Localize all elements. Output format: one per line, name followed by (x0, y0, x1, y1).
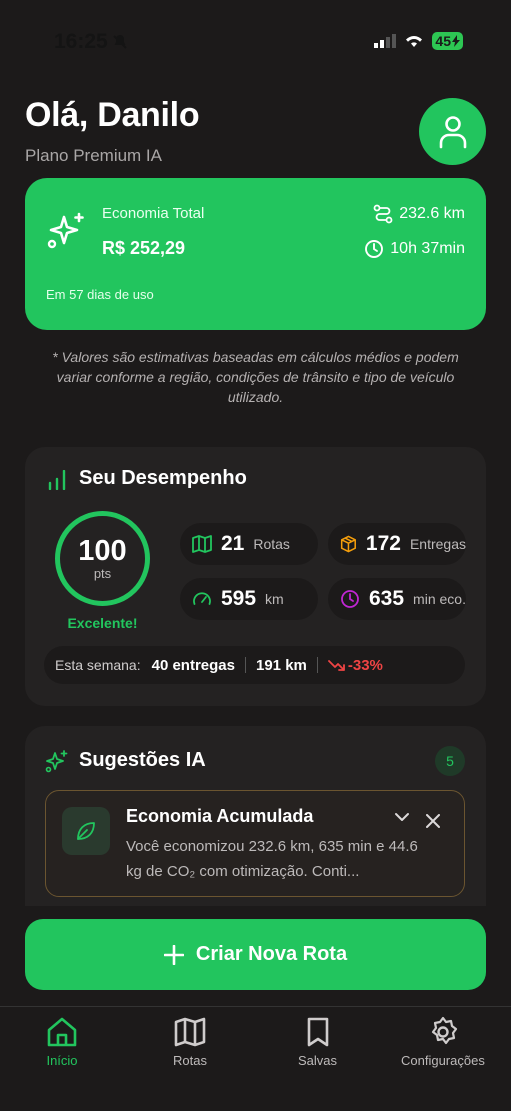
tab-home-label: Início (46, 1053, 78, 1068)
clock-icon (341, 590, 359, 608)
economy-title: Economia Total (102, 205, 205, 222)
suggestion-item[interactable]: Economia Acumulada Você economizou 232.6… (45, 790, 465, 897)
status-time-group: 16:25 (54, 30, 128, 54)
tab-routes[interactable]: Rotas (173, 1015, 207, 1068)
suggestion-text: Você economizou 232.6 km, 635 min e 44.6… (126, 838, 418, 880)
suggestion-title: Economia Acumulada (126, 806, 314, 826)
map-icon (174, 1017, 206, 1047)
sparkles-icon (47, 212, 84, 249)
trending-down-icon (327, 660, 345, 671)
stat-routes-label: Rotas (253, 536, 290, 552)
map-icon (192, 535, 212, 553)
score-label: Excelente! (67, 615, 138, 631)
week-label: Esta semana: (55, 657, 141, 673)
route-icon (373, 204, 393, 224)
stat-km-value: 595 (221, 587, 257, 610)
divider (245, 657, 246, 673)
stat-km: 595 km (180, 578, 318, 620)
stat-minutes-label: min eco. (413, 591, 466, 607)
home-icon (47, 1017, 77, 1047)
performance-card: Seu Desempenho 100 pts Excelente! 21 Rot… (25, 447, 486, 706)
stat-routes-value: 21 (221, 532, 245, 555)
plus-icon (163, 944, 184, 965)
tab-routes-label: Rotas (173, 1053, 207, 1068)
signal-icon (374, 34, 397, 48)
score-unit: pts (93, 566, 112, 581)
bar-chart-icon (48, 470, 66, 490)
suggestion-icon-box (62, 807, 110, 855)
economy-card[interactable]: Economia Total R$ 252,29 232.6 km 10h 37… (25, 178, 486, 330)
economy-value: R$ 252,29 (102, 238, 186, 258)
economy-time: 10h 37min (364, 239, 465, 259)
score-ring: 100 pts (55, 511, 150, 606)
week-summary: Esta semana: 40 entregas 191 km -33% (44, 646, 465, 684)
stat-routes: 21 Rotas (180, 523, 318, 565)
clock-icon (365, 240, 384, 258)
battery-level: 45 (435, 33, 451, 49)
stat-deliveries-label: Entregas (409, 536, 466, 552)
tab-settings[interactable]: Configurações (401, 1015, 485, 1068)
suggestions-card: Sugestões IA 5 Economia Acumulada Você e… (25, 726, 486, 906)
bell-slash-icon (113, 35, 127, 49)
gear-icon (431, 1016, 458, 1045)
stat-deliveries-value: 172 (365, 532, 401, 555)
plan-label: Plano Premium IA (25, 146, 162, 165)
wifi-icon (406, 36, 423, 47)
economy-time-value: 10h 37min (390, 240, 465, 257)
economy-distance-value: 232.6 km (399, 205, 465, 222)
user-icon (439, 115, 466, 148)
close-icon[interactable] (426, 814, 440, 828)
tab-saved-label: Salvas (298, 1053, 338, 1068)
economy-distance: 232.6 km (373, 204, 465, 224)
tab-settings-label: Configurações (401, 1053, 485, 1068)
week-change: -33% (347, 656, 383, 674)
economy-days: Em 57 dias de uso (46, 287, 154, 302)
create-route-button[interactable]: Criar Nova Rota (25, 919, 486, 990)
suggestions-title: Sugestões IA (79, 749, 206, 771)
greeting: Olá, Danilo (25, 96, 200, 134)
bookmark-icon (307, 1017, 328, 1047)
profile-button[interactable] (419, 98, 486, 165)
leaf-icon (77, 822, 95, 840)
week-distance: 191 km (256, 656, 307, 674)
divider (316, 657, 318, 673)
score-value: 100 (78, 535, 127, 567)
disclaimer: * Valores são estimativas baseadas em cá… (52, 349, 459, 405)
stat-minutes-value: 635 (369, 587, 405, 610)
tab-bar: Início Rotas Salvas Configurações (0, 1006, 511, 1111)
stat-deliveries: 172 Entregas (328, 523, 466, 565)
chevron-down-icon[interactable] (394, 811, 410, 823)
stat-km-label: km (265, 591, 284, 607)
tab-home[interactable]: Início (45, 1015, 79, 1068)
create-route-label: Criar Nova Rota (195, 943, 348, 965)
status-time: 16:25 (54, 30, 108, 53)
sparkles-icon (45, 750, 68, 773)
tab-saved[interactable]: Salvas (298, 1015, 337, 1068)
charging-icon (452, 35, 460, 47)
performance-title: Seu Desempenho (79, 467, 247, 489)
suggestions-count-badge: 5 (435, 746, 465, 776)
week-deliveries: 40 entregas (151, 656, 235, 674)
stat-minutes: 635 min eco. (328, 578, 466, 620)
battery-indicator: 45 (432, 32, 463, 50)
gauge-icon (193, 592, 211, 605)
package-icon (340, 535, 356, 553)
status-indicators: 45 (374, 32, 463, 50)
